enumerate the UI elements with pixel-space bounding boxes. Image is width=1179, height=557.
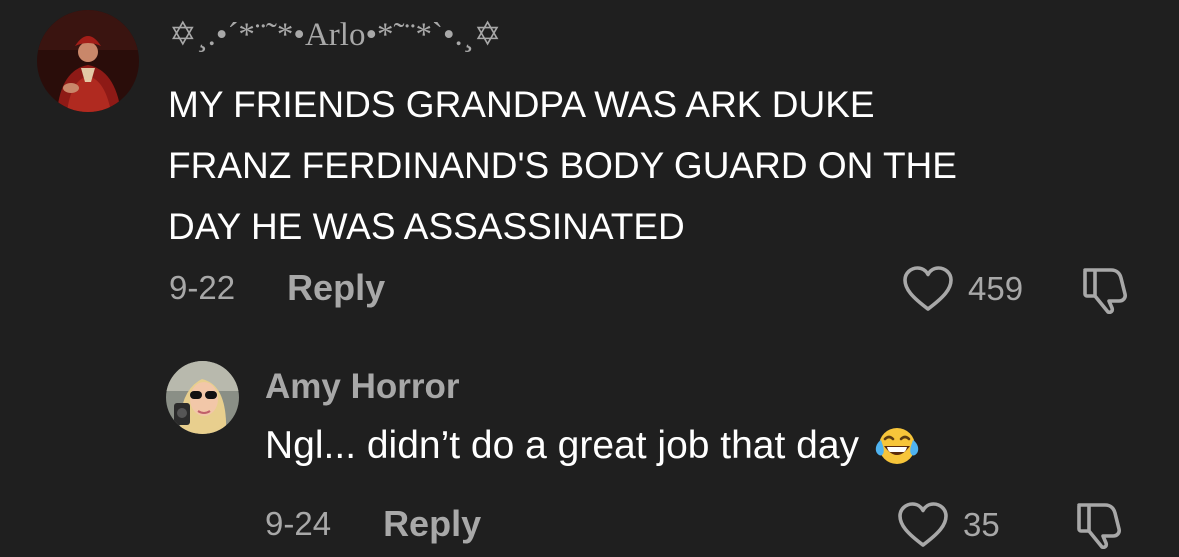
reply-text: Ngl... didn’t do a great job that day	[265, 424, 860, 467]
reply-avatar-image	[166, 361, 239, 434]
reply-dislike-button[interactable]	[1075, 501, 1125, 554]
comment-text-line: MY FRIENDS GRANDPA WAS ARK DUKE	[168, 84, 875, 125]
reply-date: 9-24	[265, 505, 332, 542]
dislike-button[interactable]	[1081, 266, 1131, 319]
comment-text-line: FRANZ FERDINAND'S BODY GUARD ON THE	[168, 145, 957, 186]
thumbs-down-icon	[1077, 503, 1121, 550]
reply-like-count: 35	[963, 506, 1000, 543]
comment-text: MY FRIENDS GRANDPA WAS ARK DUKE FRANZ FE…	[168, 74, 1128, 257]
reply-button[interactable]: Reply	[287, 267, 385, 309]
reply-like-button[interactable]: 35	[897, 501, 1000, 549]
comment-text-line: DAY HE WAS ASSASSINATED	[168, 206, 685, 247]
heart-icon	[898, 502, 948, 547]
like-button[interactable]: 459	[902, 265, 1023, 313]
comment-thread: ✡¸.•´*¨˜*•Arlo•*˜¨*`•.¸✡ MY FRIENDS GRAN…	[0, 0, 1179, 557]
like-count: 459	[968, 270, 1024, 307]
tears-of-joy-emoji-icon	[875, 428, 919, 464]
reply-text-row: Ngl... didn’t do a great job that day	[265, 424, 921, 468]
reply-avatar[interactable]	[166, 361, 239, 434]
avatar[interactable]	[37, 10, 139, 112]
avatar-image	[37, 10, 139, 112]
heart-icon	[903, 266, 953, 311]
reply-meta: 9-24 Reply	[265, 503, 481, 545]
comment-date: 9-22	[169, 269, 236, 306]
comment-meta: 9-22 Reply	[169, 267, 385, 309]
reply-reply-button[interactable]: Reply	[383, 503, 481, 545]
reply-username[interactable]: Amy Horror	[265, 367, 459, 407]
comment-username[interactable]: ✡¸.•´*¨˜*•Arlo•*˜¨*`•.¸✡	[169, 14, 501, 54]
thumbs-down-icon	[1083, 268, 1127, 315]
